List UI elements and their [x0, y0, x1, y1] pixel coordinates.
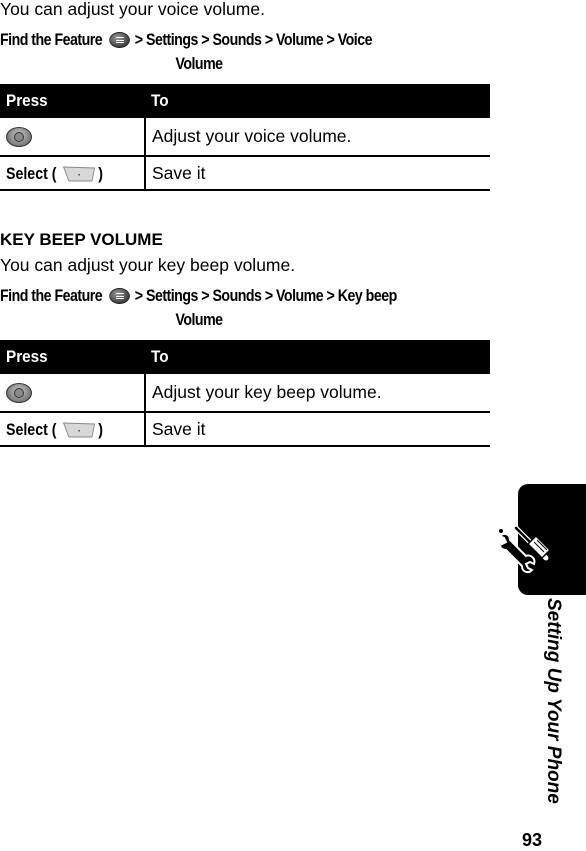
voice-volume-table: Press To Adjust your voice volume. Selec… — [0, 84, 490, 191]
select-key-label: Select ( ) — [6, 164, 104, 183]
press-cell — [0, 118, 146, 157]
menu-key-icon — [109, 288, 130, 304]
header-press: Press — [0, 84, 145, 118]
table-row: Select ( ) Save it — [0, 156, 490, 191]
key-beep-find-feature: Find the Feature > Settings > Sounds > Vo… — [0, 287, 397, 329]
wrench-screwdriver-icon — [498, 525, 552, 574]
key-beep-volume-heading: KEY BEEP VOLUME — [0, 230, 163, 249]
page-number: 93 — [522, 830, 543, 850]
menu-path-line2: Volume — [175, 55, 223, 73]
table-row: Adjust your voice volume. — [0, 118, 490, 157]
navigation-key-icon — [6, 383, 32, 404]
key-beep-volume-table: Press To Adjust your key beep volume. Se… — [0, 340, 490, 447]
table-row: Adjust your key beep volume. — [0, 374, 490, 413]
to-cell: Save it — [145, 412, 490, 447]
table-header-row: Press To — [0, 84, 490, 118]
section-title-vertical: Setting Up Your Phone — [543, 598, 564, 804]
left-soft-key-icon — [63, 422, 96, 438]
to-cell: Adjust your voice volume. — [145, 118, 490, 157]
key-beep-volume-intro: You can adjust your key beep volume. — [0, 255, 296, 275]
header-press: Press — [0, 340, 145, 374]
table-row: Select ( ) Save it — [0, 412, 490, 447]
menu-path-line2: Volume — [175, 311, 223, 329]
header-to: To — [145, 340, 490, 374]
find-feature-label: Find the Feature — [0, 287, 103, 305]
to-cell: Adjust your key beep volume. — [145, 374, 490, 413]
voice-volume-find-feature: Find the Feature > Settings > Sounds > Vo… — [0, 31, 373, 73]
select-key-label: Select ( ) — [6, 420, 104, 439]
menu-path-line1: > Settings > Sounds > Volume > Voice — [134, 31, 373, 49]
table-header-row: Press To — [0, 340, 490, 374]
press-cell — [0, 374, 146, 413]
press-cell: Select ( ) — [0, 412, 146, 447]
find-feature-label: Find the Feature — [0, 31, 103, 49]
header-to: To — [145, 84, 490, 118]
to-cell: Save it — [145, 156, 490, 191]
menu-path-line1: > Settings > Sounds > Volume > Key beep — [134, 287, 397, 305]
menu-key-icon — [109, 32, 130, 48]
voice-volume-intro: You can adjust your voice volume. — [0, 0, 265, 19]
press-cell: Select ( ) — [0, 156, 146, 191]
left-soft-key-icon — [63, 166, 96, 182]
navigation-key-icon — [6, 127, 32, 148]
